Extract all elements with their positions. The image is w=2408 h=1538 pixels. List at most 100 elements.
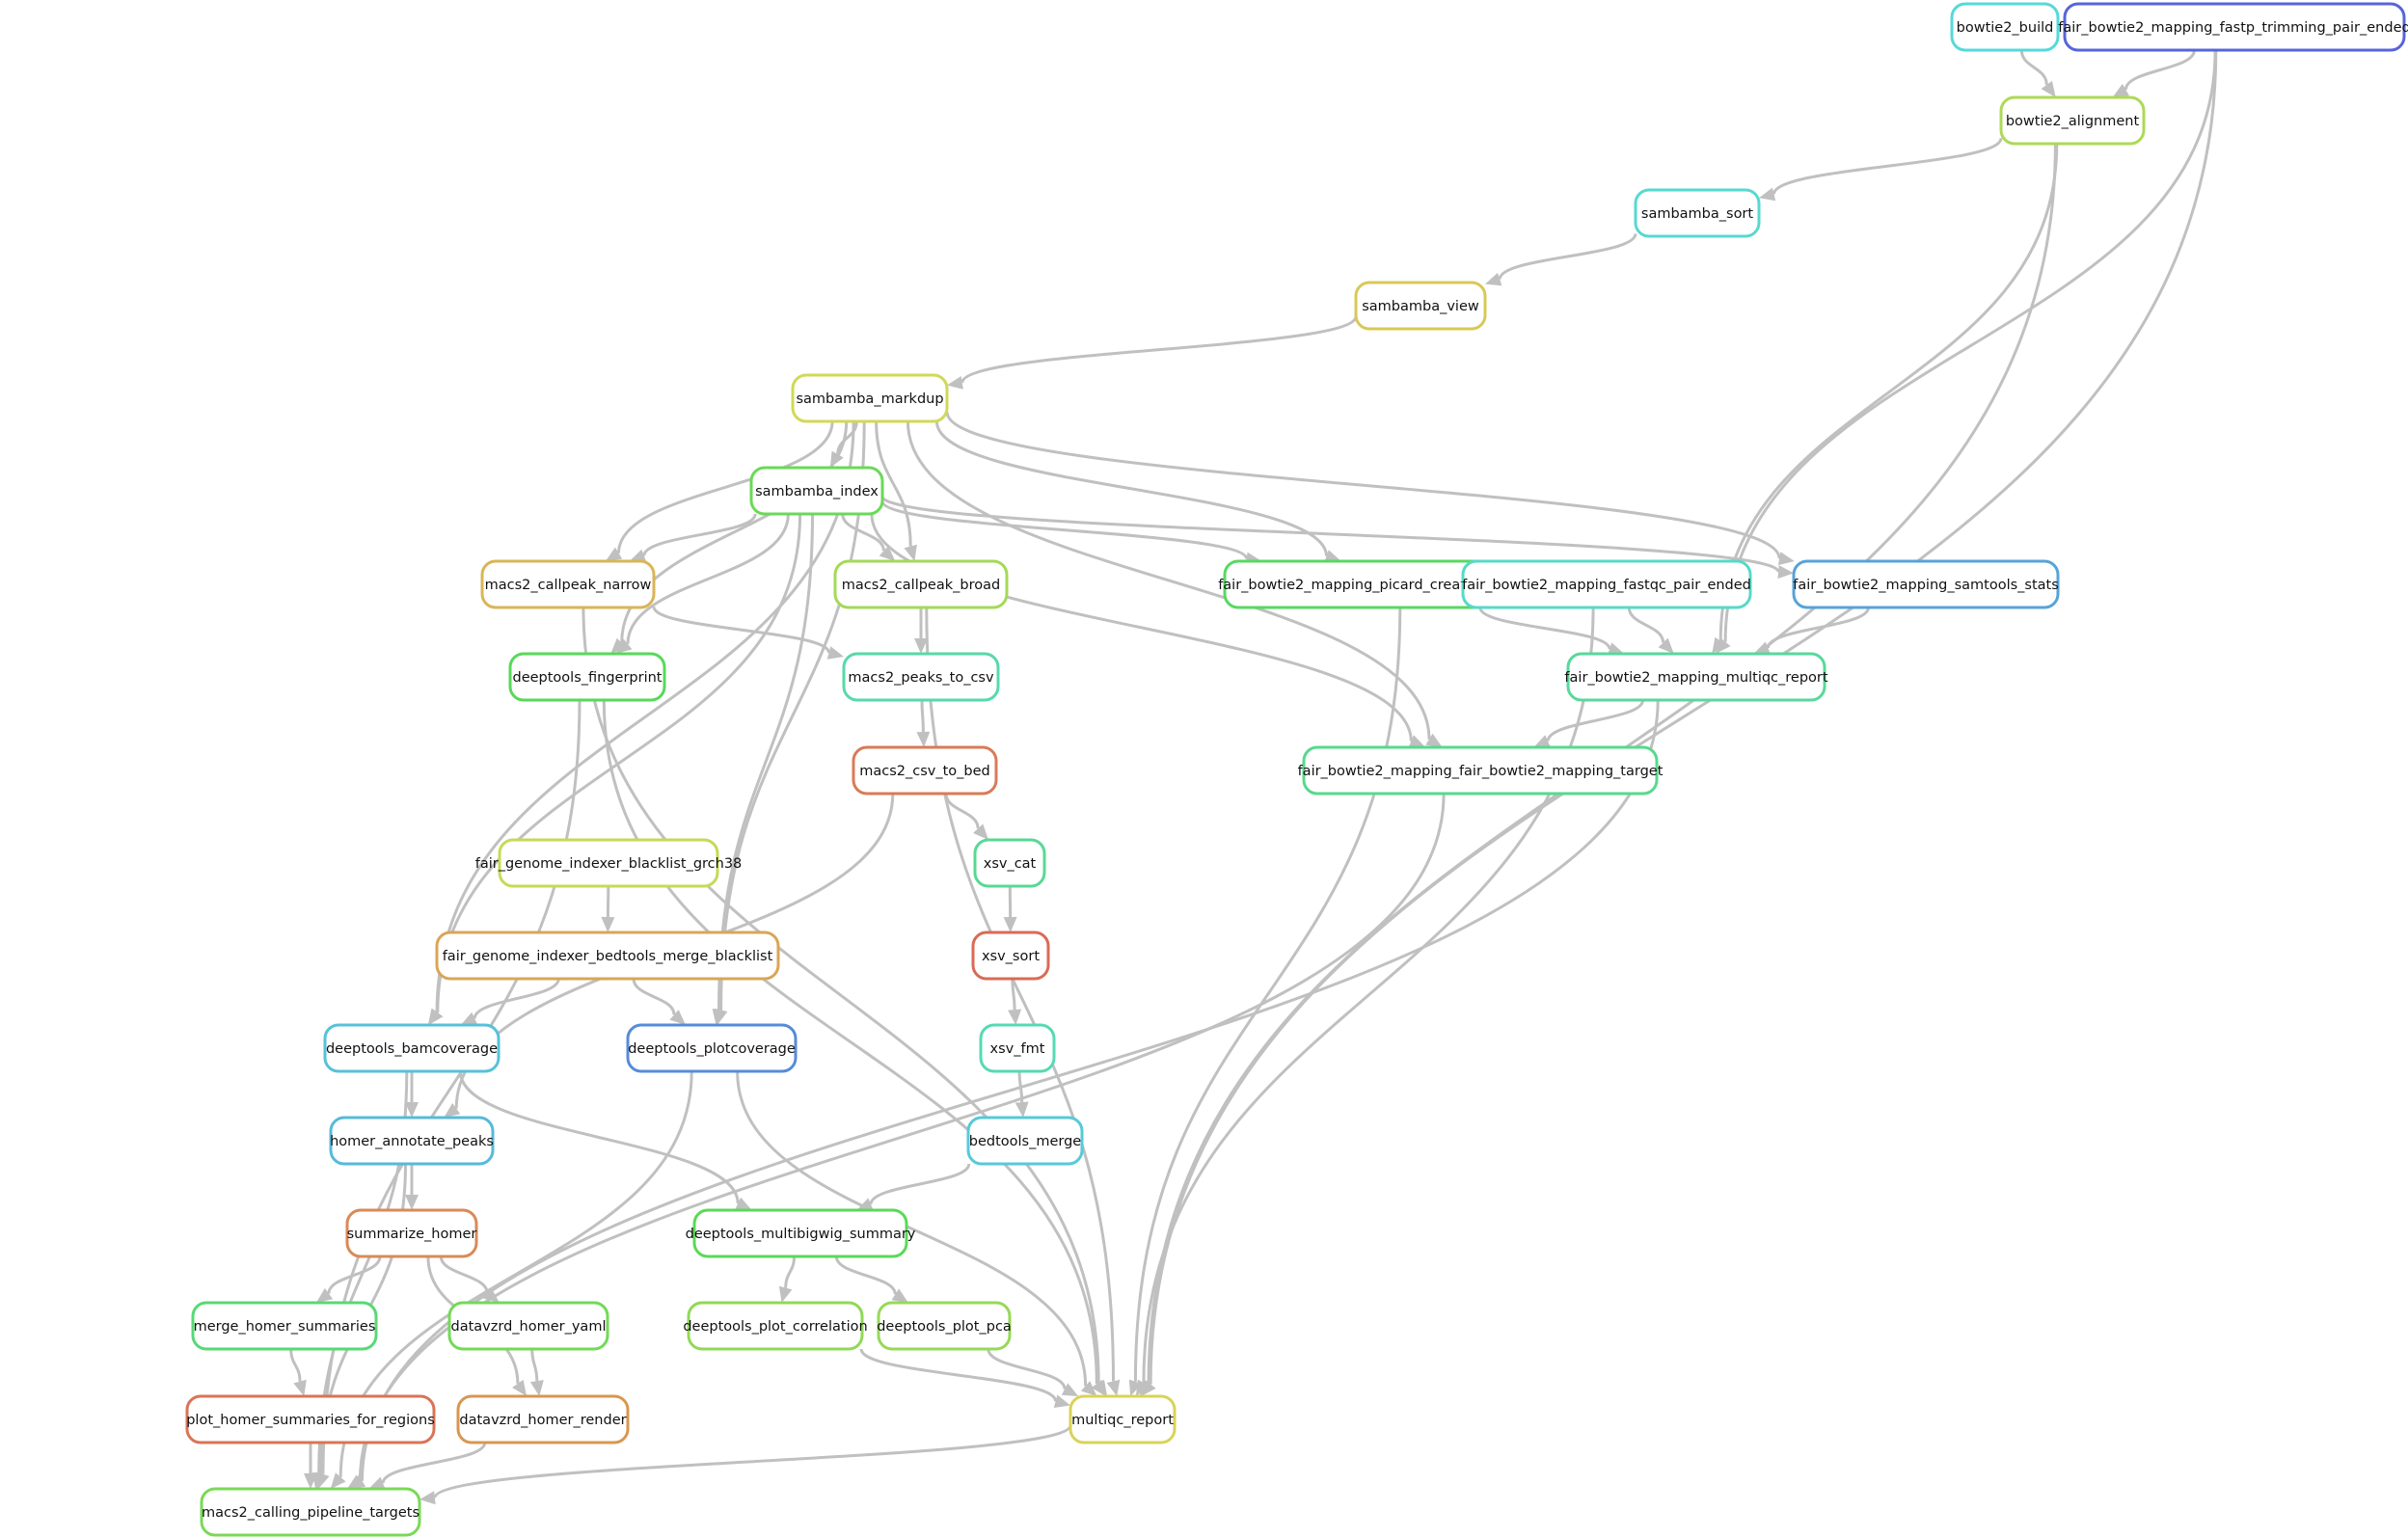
rule-node-label: deeptools_fingerprint: [513, 670, 663, 686]
rule-node-label: sambamba_sort: [1641, 206, 1754, 222]
rule-node-label: macs2_peaks_to_csv: [848, 670, 994, 686]
rule-node-bowtie2-alignment[interactable]: bowtie2_alignment: [1999, 95, 2146, 146]
edge-macs2_peaks_to_csv-to-macs2_csv_to_bed: [920, 699, 925, 733]
edge-picard-to-fb_multiqc: [1478, 607, 1611, 650]
edges-layer: [289, 49, 2218, 1505]
rule-node-bowtie2-build[interactable]: bowtie2_build: [1950, 2, 2060, 52]
arrowhead-sambamba_view-to-sambamba_markdup: [947, 376, 963, 390]
arrowhead-merge_homer_summaries-to-plot_homer: [293, 1379, 307, 1396]
arrowhead-macs2_csv_to_bed-to-xsv_cat: [973, 823, 988, 840]
edge-plot_correlation-to-multiqc_report: [859, 1348, 1058, 1402]
edge-fb_target-to-targets: [358, 793, 1446, 1481]
arrowhead-multiqc_report-to-targets: [419, 1491, 436, 1505]
rule-node-merge-homer-summaries[interactable]: merge_homer_summaries: [191, 1301, 378, 1351]
edge-merge_blacklist-to-deeptools_plotcoverage: [632, 978, 676, 1015]
rule-node-bedtools-merge[interactable]: bedtools_merge: [966, 1116, 1084, 1166]
edge-deeptools_bamcoverage-to-multibigwig: [458, 1070, 740, 1204]
edge-datavzrd_yaml-to-datavzrd_render: [530, 1348, 539, 1382]
rule-node-sambamba-markdup[interactable]: sambamba_markdup: [791, 373, 949, 423]
rule-node-label: deeptools_bamcoverage: [326, 1041, 498, 1057]
rule-node-label: xsv_fmt: [990, 1041, 1045, 1057]
rule-node-samtools-stats[interactable]: fair_bowtie2_mapping_samtools_stats: [1792, 559, 2060, 609]
nodes-layer: bowtie2_build fair_bowtie2_mapping_fastp_…: [185, 2, 2408, 1537]
edge-macs2_callpeak_broad-to-multiqc_report: [925, 607, 1115, 1382]
edge-fastp-to-bowtie2_alignment: [2124, 49, 2196, 91]
rule-node-deeptools-plotcoverage[interactable]: deeptools_plotcoverage: [626, 1023, 798, 1073]
edge-sambamba_view-to-sambamba_markdup: [960, 315, 1358, 384]
rule-node-targets[interactable]: macs2_calling_pipeline_targets: [200, 1487, 421, 1537]
rule-node-label: fair_bowtie2_mapping_multiqc_report: [1564, 670, 1827, 686]
edge-deeptools_fingerprint-to-targets: [321, 699, 582, 1474]
rule-node-homer-annotate-peaks[interactable]: homer_annotate_peaks: [329, 1116, 495, 1166]
edge-samtools_stats-to-fb_multiqc: [1766, 607, 1870, 649]
edge-sambamba_sort-to-sambamba_view: [1498, 232, 1637, 281]
edge-summarize_homer-to-datavzrd_yaml: [439, 1255, 489, 1294]
rule-node-macs2-callpeak-narrow[interactable]: macs2_callpeak_narrow: [480, 559, 656, 609]
rule-node-label: summarize_homer: [347, 1227, 477, 1242]
rule-node-fb-multiqc[interactable]: fair_bowtie2_mapping_multiqc_report: [1564, 652, 1828, 702]
arrowhead-multibigwig-to-plot_correlation: [778, 1285, 793, 1303]
arrowhead-sambamba_index-to-samtools_stats: [1777, 565, 1794, 580]
rule-node-label: sambamba_index: [755, 484, 879, 499]
arrowhead-sambamba_sort-to-sambamba_view: [1485, 272, 1502, 286]
rule-node-label: fair_genome_indexer_bedtools_merge_black…: [443, 949, 773, 964]
arrowhead-xsv_sort-to-xsv_fmt: [1008, 1009, 1022, 1025]
rule-node-deeptools-bamcoverage[interactable]: deeptools_bamcoverage: [323, 1023, 501, 1073]
rule-node-label: datavzrd_homer_render: [459, 1413, 626, 1428]
edge-sambamba_index-to-fb_target: [870, 513, 1413, 742]
rule-node-sambamba-view[interactable]: sambamba_view: [1354, 281, 1487, 331]
edge-multibigwig-to-plot_pca: [834, 1255, 897, 1295]
rule-node-fb-target[interactable]: fair_bowtie2_mapping_fair_bowtie2_mappin…: [1298, 745, 1664, 796]
rule-node-deeptools-fingerprint[interactable]: deeptools_fingerprint: [508, 652, 666, 702]
edge-picard-to-multiqc_report: [1133, 607, 1402, 1382]
rule-node-multiqc-report[interactable]: multiqc_report: [1069, 1394, 1177, 1444]
rule-node-label: plot_homer_summaries_for_regions: [186, 1413, 435, 1428]
rule-node-plot-correlation[interactable]: deeptools_plot_correlation: [683, 1301, 868, 1351]
rule-node-label: sambamba_markdup: [796, 391, 943, 407]
rule-node-label: deeptools_multibigwig_summary: [686, 1227, 916, 1242]
rule-node-fastp[interactable]: fair_bowtie2_mapping_fastp_trimming_pair…: [2058, 2, 2408, 52]
rule-node-blacklist[interactable]: fair_genome_indexer_blacklist_grch38: [475, 838, 743, 888]
edge-plot_pca-to-multiqc_report: [987, 1348, 1067, 1390]
arrowhead-homer_annotate_peaks-to-summarize_homer: [405, 1195, 419, 1210]
rule-node-macs2-callpeak-broad[interactable]: macs2_callpeak_broad: [833, 559, 1009, 609]
edge-bedtools_merge-to-multibigwig: [869, 1163, 971, 1205]
rule-node-xsv-sort[interactable]: xsv_sort: [971, 931, 1050, 981]
edge-datavzrd_render-to-targets: [381, 1442, 487, 1484]
rule-node-label: deeptools_plot_pca: [877, 1319, 1012, 1335]
rule-node-datavzrd-yaml[interactable]: datavzrd_homer_yaml: [447, 1301, 609, 1351]
rule-node-label: macs2_csv_to_bed: [859, 764, 990, 779]
rule-node-label: xsv_sort: [982, 949, 1040, 964]
rule-node-plot-homer[interactable]: plot_homer_summaries_for_regions: [185, 1394, 436, 1444]
rule-node-label: homer_annotate_peaks: [330, 1134, 494, 1149]
arrowhead-bowtie2_build-to-bowtie2_alignment: [2041, 80, 2056, 97]
arrowhead-macs2_peaks_to_csv-to-macs2_csv_to_bed: [916, 731, 931, 747]
arrowhead-macs2_callpeak_broad-to-multiqc_report: [1106, 1379, 1121, 1396]
edge-fastp-to-multiqc_report: [1149, 49, 2218, 1385]
rule-node-label: fair_bowtie2_mapping_fastqc_pair_ended: [1462, 578, 1751, 593]
rule-node-sambamba-sort[interactable]: sambamba_sort: [1634, 188, 1761, 238]
rule-node-datavzrd-render[interactable]: datavzrd_homer_render: [456, 1394, 630, 1444]
rule-node-xsv-fmt[interactable]: xsv_fmt: [979, 1023, 1056, 1073]
rule-node-label: bowtie2_build: [1957, 20, 2054, 36]
rule-node-label: multiqc_report: [1071, 1413, 1174, 1428]
rule-node-label: fair_genome_indexer_blacklist_grch38: [475, 856, 743, 872]
rule-node-summarize-homer[interactable]: summarize_homer: [345, 1208, 478, 1258]
rule-node-fastqc[interactable]: fair_bowtie2_mapping_fastqc_pair_ended: [1461, 559, 1752, 609]
edge-fb_multiqc-to-fb_target: [1546, 699, 1645, 742]
rule-node-xsv-cat[interactable]: xsv_cat: [973, 838, 1046, 888]
edge-bowtie2_alignment-to-sambamba_sort: [1772, 137, 2003, 195]
rule-node-label: fair_bowtie2_mapping_fastp_trimming_pair…: [2058, 20, 2408, 36]
rule-node-sambamba-index[interactable]: sambamba_index: [749, 466, 884, 516]
arrowhead-sambamba_markdup-to-samtools_stats: [1777, 552, 1795, 566]
arrowhead-xsv_fmt-to-bedtools_merge: [1015, 1101, 1029, 1118]
rule-node-macs2-peaks-to-csv[interactable]: macs2_peaks_to_csv: [842, 652, 1000, 702]
rule-node-plot-pca[interactable]: deeptools_plot_pca: [877, 1301, 1012, 1351]
arrowhead-datavzrd_yaml-to-datavzrd_render: [529, 1380, 544, 1396]
rule-node-multibigwig[interactable]: deeptools_multibigwig_summary: [686, 1208, 916, 1258]
arrowhead-summarize_homer-to-datavzrd_render: [512, 1379, 528, 1396]
rule-node-macs2-csv-to-bed[interactable]: macs2_csv_to_bed: [852, 745, 998, 796]
rule-node-merge-blacklist[interactable]: fair_genome_indexer_bedtools_merge_black…: [435, 931, 780, 981]
rule-node-label: fair_bowtie2_mapping_samtools_stats: [1793, 578, 2059, 593]
rule-node-label: macs2_calling_pipeline_targets: [202, 1505, 419, 1521]
